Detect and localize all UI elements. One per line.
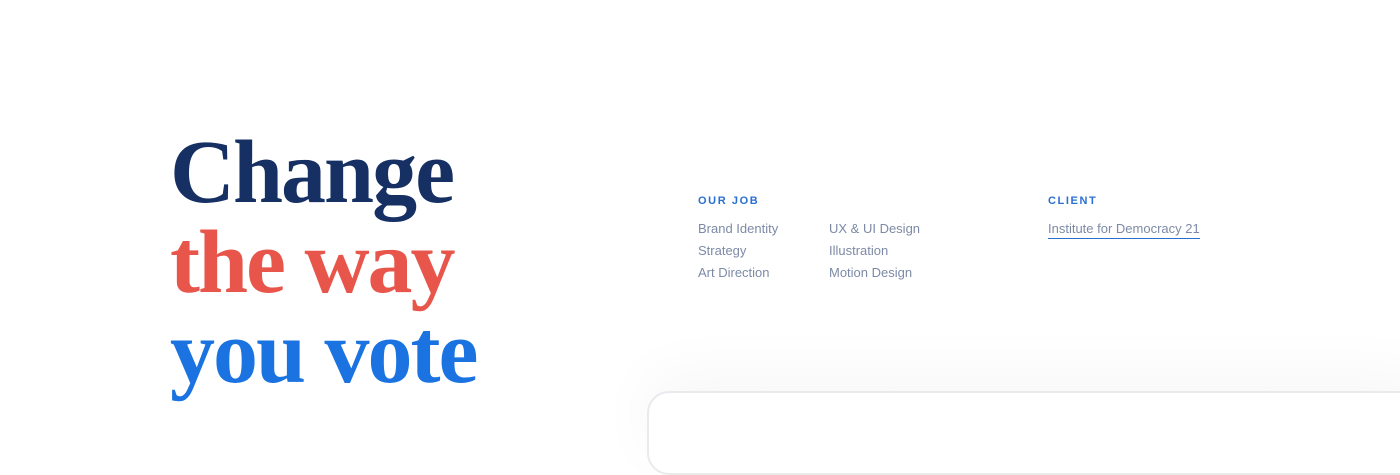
our-job-label: OUR JOB (698, 195, 760, 207)
device-frame-preview (647, 391, 1400, 475)
client-label: CLIENT (1048, 195, 1098, 207)
job-item: Motion Design (829, 265, 913, 280)
our-job-column-2: UX & UI Design Illustration Motion Desig… (829, 218, 920, 284)
headline-line-change: Change (170, 123, 455, 222)
client-link[interactable]: Institute for Democracy 21 (1048, 220, 1200, 239)
headline-line-you-vote: you vote (170, 303, 478, 402)
hero-headline: Change the way you vote (170, 123, 478, 402)
our-job-column-1: Brand Identity Strategy Art Direction (698, 218, 778, 284)
job-item: Illustration (829, 243, 889, 258)
job-item: UX & UI Design (829, 221, 921, 236)
job-item: Brand Identity (698, 221, 779, 236)
job-item: Art Direction (698, 265, 770, 280)
job-item: Strategy (698, 243, 747, 258)
headline-line-the-way: the way (170, 213, 455, 312)
